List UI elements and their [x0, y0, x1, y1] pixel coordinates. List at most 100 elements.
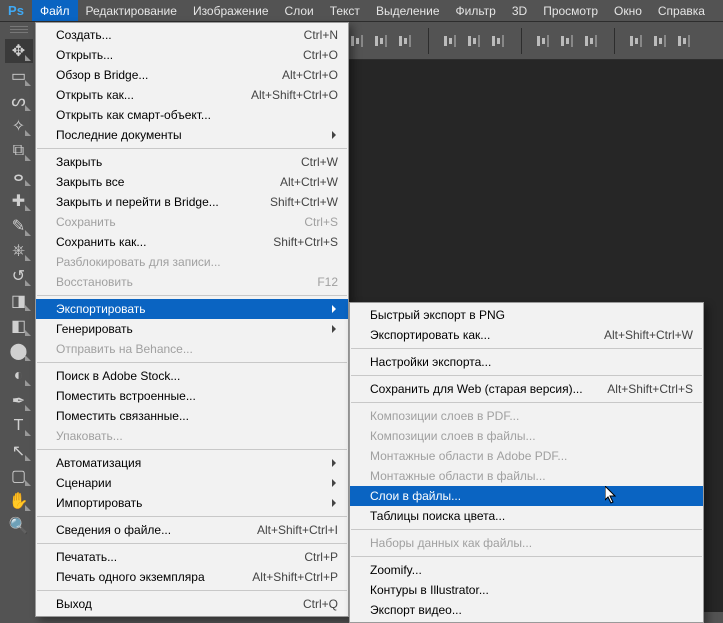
align-center-v-icon[interactable] [463, 30, 485, 52]
eyedropper-tool[interactable]: ⴰ [5, 164, 33, 188]
distribute-spacing-h-icon[interactable] [625, 30, 647, 52]
hand-tool[interactable]: ✋ [5, 489, 33, 513]
export-submenu-item-17[interactable]: Контуры в Illustrator... [350, 580, 703, 600]
export-submenu-item-5[interactable]: Сохранить для Web (старая версия)...Alt+… [350, 379, 703, 399]
file-menu-item-shortcut: Ctrl+O [293, 48, 338, 62]
gradient-tool[interactable]: ◧ [5, 314, 33, 338]
file-menu-item-31[interactable]: Печать одного экземпляраAlt+Shift+Ctrl+P [36, 567, 348, 587]
file-menu-item-label: Выход [56, 597, 293, 611]
file-menu-item-label: Сохранить [56, 215, 294, 229]
menu-изображение[interactable]: Изображение [185, 0, 277, 21]
menu-выделение[interactable]: Выделение [368, 0, 448, 21]
distribute-h-icon[interactable] [532, 30, 554, 52]
menu-просмотр[interactable]: Просмотр [535, 0, 606, 21]
file-menu-item-label: Последние документы [56, 128, 338, 142]
file-menu-item-8[interactable]: Закрыть всеAlt+Ctrl+W [36, 172, 348, 192]
eraser-tool[interactable]: ◨ [5, 289, 33, 313]
export-submenu-item-11[interactable]: Слои в файлы... [350, 486, 703, 506]
file-menu-item-1[interactable]: Открыть...Ctrl+O [36, 45, 348, 65]
file-menu-item-33[interactable]: ВыходCtrl+Q [36, 594, 348, 614]
file-menu-item-shortcut: Shift+Ctrl+W [260, 195, 338, 209]
menu-файл[interactable]: Файл [32, 0, 78, 21]
align-right-icon[interactable] [394, 30, 416, 52]
file-menu-separator [37, 449, 347, 450]
file-menu-item-19[interactable]: Поиск в Adobe Stock... [36, 366, 348, 386]
file-menu-separator [37, 590, 347, 591]
align-top-icon[interactable] [439, 30, 461, 52]
file-menu-item-16[interactable]: Генерировать [36, 319, 348, 339]
type-tool[interactable]: T [5, 414, 33, 438]
export-submenu-separator [351, 402, 702, 403]
magic-wand-tool[interactable]: ✧ [5, 114, 33, 138]
export-submenu-item-label: Экспорт видео... [370, 603, 693, 617]
file-menu-item-label: Создать... [56, 28, 294, 42]
file-menu-item-11[interactable]: Сохранить как...Shift+Ctrl+S [36, 232, 348, 252]
distribute-v-icon[interactable] [556, 30, 578, 52]
lasso-tool[interactable]: ᔕ [5, 89, 33, 113]
file-menu-item-label: Отправить на Behance... [56, 342, 338, 356]
file-menu-item-25[interactable]: Сценарии [36, 473, 348, 493]
export-submenu-item-label: Zoomify... [370, 563, 693, 577]
file-menu-item-5[interactable]: Последние документы [36, 125, 348, 145]
healing-brush-tool[interactable]: ✚ [5, 189, 33, 213]
distribute-spacing-v-icon[interactable] [649, 30, 671, 52]
export-submenu-item-3[interactable]: Настройки экспорта... [350, 352, 703, 372]
menu-3d[interactable]: 3D [504, 0, 535, 21]
file-menu-item-shortcut: Ctrl+N [294, 28, 338, 42]
file-menu-item-30[interactable]: Печатать...Ctrl+P [36, 547, 348, 567]
export-submenu: Быстрый экспорт в PNGЭкспортировать как.… [349, 302, 704, 623]
menu-редактирование[interactable]: Редактирование [78, 0, 185, 21]
file-menu-item-3[interactable]: Открыть как...Alt+Shift+Ctrl+O [36, 85, 348, 105]
marquee-tool[interactable]: ▭ [5, 64, 33, 88]
file-menu-item-24[interactable]: Автоматизация [36, 453, 348, 473]
crop-tool[interactable]: ⧉ [5, 139, 33, 163]
align-bottom-icon[interactable] [487, 30, 509, 52]
blur-tool[interactable]: ⬤ [5, 339, 33, 363]
menu-текст[interactable]: Текст [322, 0, 368, 21]
export-submenu-item-label: Наборы данных как файлы... [370, 536, 693, 550]
export-submenu-item-shortcut: Alt+Shift+Ctrl+S [597, 382, 693, 396]
rectangle-tool[interactable]: ▢ [5, 464, 33, 488]
file-menu-item-7[interactable]: ЗакрытьCtrl+W [36, 152, 348, 172]
file-menu-item-label: Поместить встроенные... [56, 389, 338, 403]
file-menu-item-label: Открыть... [56, 48, 293, 62]
export-submenu-item-1[interactable]: Экспортировать как...Alt+Shift+Ctrl+W [350, 325, 703, 345]
path-selection-tool[interactable]: ↖ [5, 439, 33, 463]
distribute-h2-icon[interactable] [580, 30, 602, 52]
menu-окно[interactable]: Окно [606, 0, 650, 21]
export-submenu-item-0[interactable]: Быстрый экспорт в PNG [350, 305, 703, 325]
align-center-h-icon[interactable] [370, 30, 392, 52]
menu-фильтр[interactable]: Фильтр [448, 0, 504, 21]
export-submenu-item-16[interactable]: Zoomify... [350, 560, 703, 580]
export-submenu-item-18[interactable]: Экспорт видео... [350, 600, 703, 620]
file-menu-item-label: Открыть как смарт-объект... [56, 108, 338, 122]
file-menu-item-shortcut: Alt+Ctrl+W [270, 175, 338, 189]
file-menu-item-13: ВосстановитьF12 [36, 272, 348, 292]
file-menu-item-2[interactable]: Обзор в Bridge...Alt+Ctrl+O [36, 65, 348, 85]
brush-tool[interactable]: ✎ [5, 214, 33, 238]
file-menu-item-shortcut: F12 [307, 275, 338, 289]
file-menu-item-21[interactable]: Поместить связанные... [36, 406, 348, 426]
file-menu-item-9[interactable]: Закрыть и перейти в Bridge...Shift+Ctrl+… [36, 192, 348, 212]
file-menu-item-15[interactable]: Экспортировать [36, 299, 348, 319]
file-menu-item-26[interactable]: Импортировать [36, 493, 348, 513]
file-menu-item-4[interactable]: Открыть как смарт-объект... [36, 105, 348, 125]
file-menu-item-0[interactable]: Создать...Ctrl+N [36, 25, 348, 45]
menu-слои[interactable]: Слои [277, 0, 322, 21]
palette-grip-icon[interactable] [10, 26, 28, 34]
history-brush-tool[interactable]: ↺ [5, 264, 33, 288]
zoom-tool[interactable]: 🔍 [5, 514, 33, 538]
pen-tool[interactable]: ✒ [5, 389, 33, 413]
file-menu-item-label: Упаковать... [56, 429, 338, 443]
dodge-tool[interactable]: ◐ [5, 364, 33, 388]
move-tool[interactable]: ✥ [5, 39, 33, 63]
file-menu-dropdown: Создать...Ctrl+NОткрыть...Ctrl+OОбзор в … [35, 22, 349, 617]
clone-stamp-tool[interactable]: ⎈ [5, 239, 33, 263]
file-menu-item-label: Импортировать [56, 496, 338, 510]
file-menu-item-20[interactable]: Поместить встроенные... [36, 386, 348, 406]
file-menu-item-12: Разблокировать для записи... [36, 252, 348, 272]
file-menu-item-28[interactable]: Сведения о файле...Alt+Shift+Ctrl+I [36, 520, 348, 540]
distribute-spacing-3-icon[interactable] [673, 30, 695, 52]
menu-справка[interactable]: Справка [650, 0, 713, 21]
export-submenu-item-12[interactable]: Таблицы поиска цвета... [350, 506, 703, 526]
